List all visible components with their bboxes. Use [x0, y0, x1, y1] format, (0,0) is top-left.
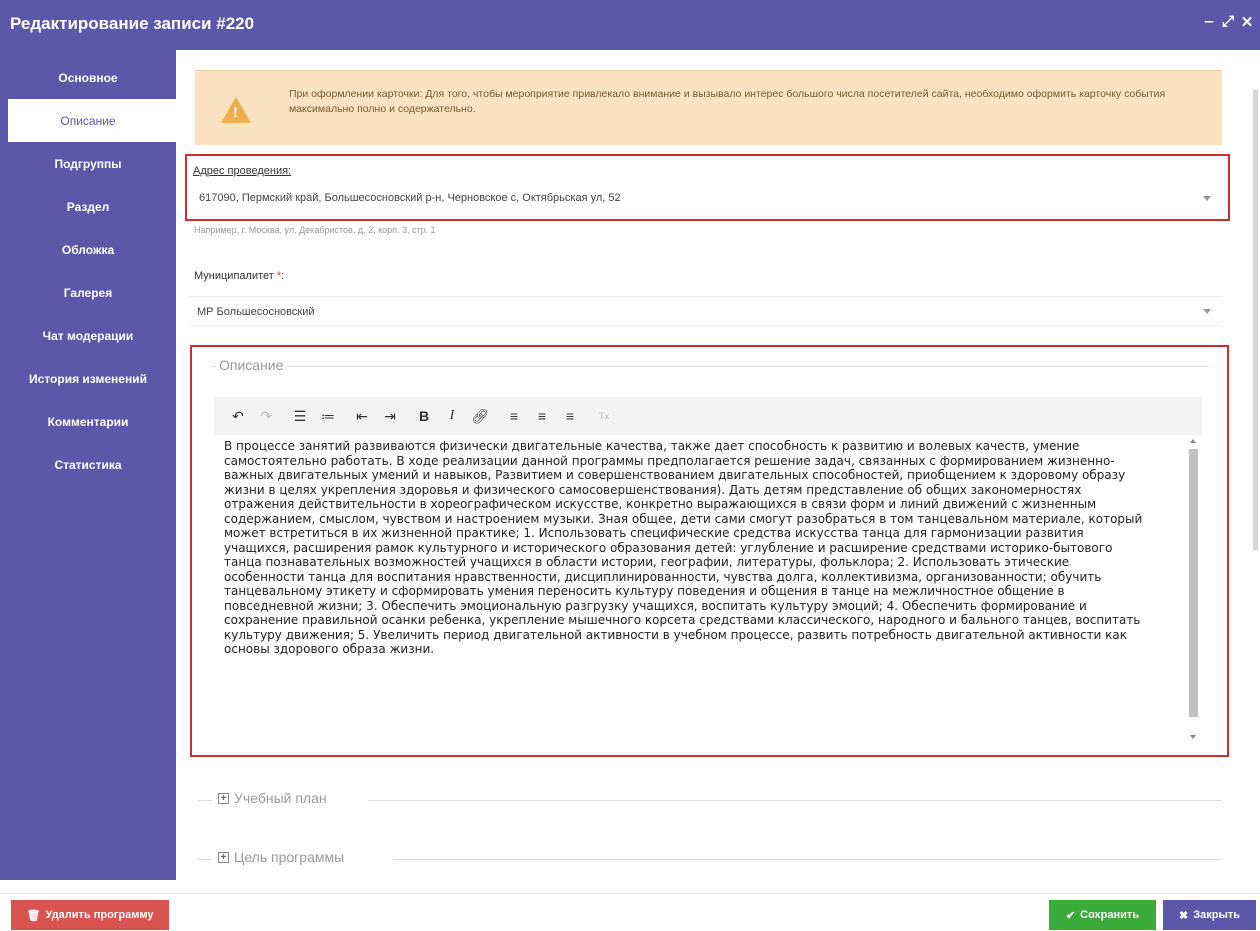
program-goal-legend: Цель программы — [234, 849, 345, 865]
sidebar: Основное Описание Подгруппы Раздел Облож… — [0, 50, 176, 880]
trash-icon: 🗑︎ — [26, 909, 41, 922]
italic-icon[interactable]: I — [440, 404, 464, 428]
address-hint: Например, г. Москва, ул. Декабристов, д.… — [194, 225, 436, 235]
program-goal-toggle[interactable]: + Цель программы — [218, 849, 344, 865]
municipality-value: МР Большесосновский — [197, 306, 315, 318]
delete-label: Удалить программу — [45, 909, 154, 921]
sidebar-item-statistics[interactable]: Статистика — [0, 443, 176, 486]
alert-text: При оформлении карточки: Для того, чтобы… — [289, 88, 1166, 115]
study-plan-section: + Учебный план — [198, 790, 1222, 810]
sidebar-item-history[interactable]: История изменений — [0, 357, 176, 400]
sidebar-item-moderation-chat[interactable]: Чат модерации — [0, 314, 176, 357]
address-label: Адрес проведения: — [193, 165, 292, 177]
chevron-down-icon — [1203, 309, 1211, 314]
align-right-icon[interactable]: ≡ — [558, 404, 582, 428]
sidebar-item-description[interactable]: Описание — [8, 99, 176, 142]
check-icon: ✔ — [1065, 909, 1076, 922]
bold-icon[interactable]: B — [412, 404, 436, 428]
sidebar-item-main[interactable]: Основное — [0, 56, 176, 99]
municipality-label-suffix: : — [281, 270, 285, 282]
municipality-label-text: Муниципалитет — [194, 270, 274, 282]
program-goal-section: + Цель программы — [198, 849, 1222, 869]
expand-icon: + — [218, 851, 229, 863]
description-text[interactable]: В процессе занятий развиваются физически… — [224, 439, 1149, 657]
window-controls: ‒ ⤢ ✕ — [1202, 13, 1254, 31]
align-center-icon[interactable]: ≡ — [530, 404, 554, 428]
sidebar-item-gallery[interactable]: Галерея — [0, 271, 176, 314]
sidebar-item-subgroups[interactable]: Подгруппы — [0, 142, 176, 185]
sidebar-item-comments[interactable]: Комментарии — [0, 400, 176, 443]
description-legend: Описание — [216, 357, 287, 373]
sidebar-item-section[interactable]: Раздел — [0, 185, 176, 228]
indent-icon[interactable]: ⇥ — [378, 404, 402, 428]
delete-program-button[interactable]: 🗑︎ Удалить программу — [11, 900, 169, 930]
sidebar-item-cover[interactable]: Обложка — [0, 228, 176, 271]
fieldset-divider — [210, 366, 1209, 367]
window-title: Редактирование записи #220 — [10, 14, 255, 33]
close-icon[interactable]: ✕ — [1240, 13, 1254, 31]
close-button[interactable]: ✖ Закрыть — [1163, 900, 1256, 930]
main-scrollbar[interactable] — [1250, 50, 1260, 880]
maximize-icon[interactable]: ⤢ — [1221, 13, 1235, 31]
address-select[interactable]: 617090, Пермский край, Большесосновский … — [193, 183, 1221, 213]
main-content: При оформлении карточки: Для того, чтобы… — [176, 50, 1260, 880]
description-editor[interactable]: В процессе занятий развиваются физически… — [214, 435, 1202, 745]
editor-scrollbar[interactable] — [1186, 439, 1200, 739]
bullet-list-icon[interactable]: ☰ — [288, 404, 312, 428]
main-scrollbar-thumb[interactable] — [1253, 90, 1258, 550]
undo-icon[interactable]: ↶ — [226, 404, 250, 428]
municipality-select[interactable]: МР Большесосновский — [189, 296, 1221, 326]
scroll-down-icon[interactable] — [1190, 735, 1196, 739]
align-left-icon[interactable]: ≡ — [502, 404, 526, 428]
save-button[interactable]: ✔ Сохранить — [1049, 900, 1156, 930]
address-field-group: Адрес проведения: 617090, Пермский край,… — [185, 154, 1230, 221]
minimize-icon[interactable]: ‒ — [1202, 13, 1216, 31]
editor-toolbar: ↶ ↷ ☰ ≔ ⇤ ⇥ B I 🔗︎ ≡ ≡ ≡ Tx — [214, 397, 1202, 435]
numbered-list-icon[interactable]: ≔ — [316, 404, 340, 428]
scrollbar-thumb[interactable] — [1189, 449, 1198, 717]
study-plan-legend: Учебный план — [234, 790, 327, 806]
study-plan-toggle[interactable]: + Учебный план — [218, 790, 327, 806]
warning-alert: При оформлении карточки: Для того, чтобы… — [195, 70, 1222, 145]
close-label: Закрыть — [1193, 909, 1240, 921]
footer-bar: 🗑︎ Удалить программу ✔ Сохранить ✖ Закры… — [0, 893, 1260, 931]
municipality-label: Муниципалитет *: — [194, 270, 284, 282]
address-value: 617090, Пермский край, Большесосновский … — [199, 192, 621, 204]
chevron-down-icon — [1203, 196, 1211, 201]
save-label: Сохранить — [1080, 909, 1140, 921]
clear-format-icon[interactable]: Tx — [592, 404, 616, 428]
warning-icon — [221, 97, 251, 123]
window-title-bar: Редактирование записи #220 ‒ ⤢ ✕ — [0, 0, 1260, 50]
redo-icon[interactable]: ↷ — [254, 404, 278, 428]
scroll-up-icon[interactable] — [1190, 439, 1196, 443]
expand-icon: + — [218, 792, 229, 804]
close-icon: ✖ — [1179, 909, 1189, 922]
outdent-icon[interactable]: ⇤ — [350, 404, 374, 428]
description-fieldset: Описание ↶ ↷ ☰ ≔ ⇤ ⇥ B I 🔗︎ ≡ ≡ ≡ Tx В п… — [190, 345, 1229, 757]
link-icon[interactable]: 🔗︎ — [468, 404, 492, 428]
